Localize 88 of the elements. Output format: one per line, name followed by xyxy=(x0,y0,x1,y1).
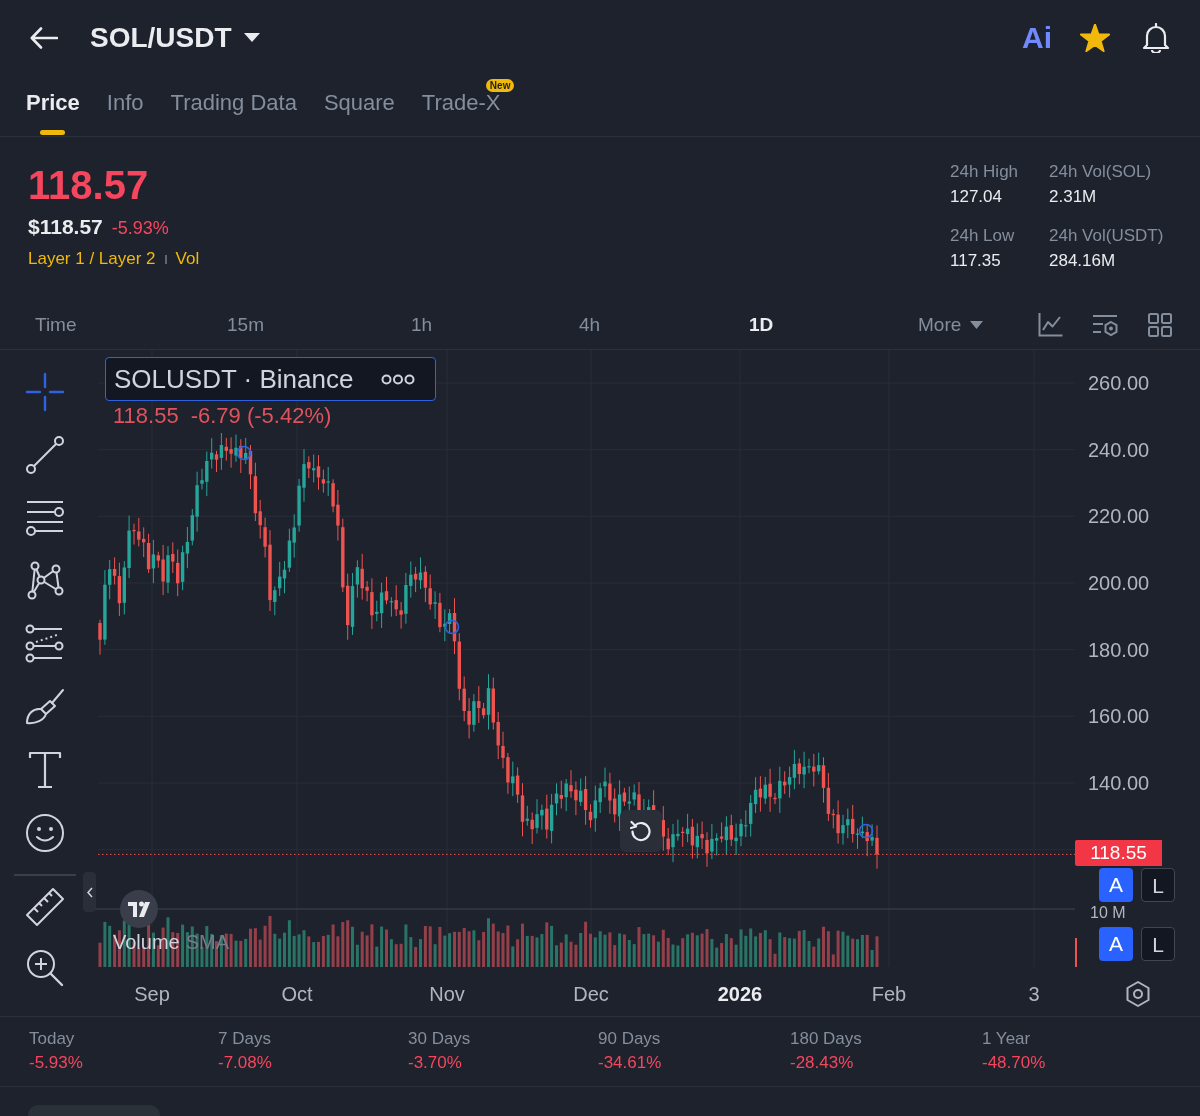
symbol-label: SOLUSDT · Binance xyxy=(114,363,354,395)
period-change: -34.61% xyxy=(598,1052,662,1074)
lines-with-dots-icon[interactable] xyxy=(25,623,65,664)
interval-option[interactable]: Time xyxy=(35,312,77,337)
period-label: Today xyxy=(29,1028,75,1050)
grid-layout-icon[interactable] xyxy=(1148,312,1173,337)
period-label: 180 Days xyxy=(790,1028,862,1050)
interval-option[interactable]: 1h xyxy=(411,312,433,337)
price-change: -5.93% xyxy=(111,217,169,240)
category-tag[interactable]: Layer 1 / Layer 2 xyxy=(28,247,156,271)
time-axis-label: 3 xyxy=(1028,983,1040,1005)
stat-value: 117.35 xyxy=(950,250,1001,272)
time-axis-label: Dec xyxy=(573,983,609,1005)
reset-view-button[interactable] xyxy=(620,810,662,852)
tab[interactable]: Trading Data xyxy=(170,75,297,136)
scale-mode-button[interactable]: A xyxy=(1099,868,1133,902)
tab[interactable]: Price xyxy=(26,75,80,136)
more-intervals-dropdown[interactable]: More xyxy=(918,312,984,337)
chevron-left-icon xyxy=(86,886,93,898)
time-axis-label: Sep xyxy=(134,983,170,1005)
category-tag[interactable]: Vol xyxy=(175,247,200,271)
period-change: -5.93% xyxy=(29,1052,83,1074)
volume-axis-label: 10 M xyxy=(1090,904,1126,922)
stat-value: 127.04 xyxy=(950,186,1002,208)
interval-option[interactable]: 4h xyxy=(579,312,601,337)
caret-down-icon xyxy=(243,33,260,42)
period-label: 30 Days xyxy=(408,1028,471,1050)
stat-value: 284.16M xyxy=(1049,250,1116,272)
last-price-tag: 118.55 xyxy=(1075,840,1162,866)
bell-icon[interactable] xyxy=(1142,22,1170,53)
crosshair-icon[interactable] xyxy=(25,371,65,412)
interval-option[interactable]: 1D xyxy=(749,312,774,337)
event-marker-icon[interactable] xyxy=(858,823,874,839)
time-axis-label: Nov xyxy=(429,983,465,1005)
price-axis-label: 180.00 xyxy=(1088,638,1150,661)
trend-line-icon[interactable] xyxy=(25,434,65,475)
period-change: -7.08% xyxy=(218,1052,272,1074)
scale-mode-button[interactable]: L xyxy=(1141,927,1175,961)
tab[interactable]: Square xyxy=(323,75,395,136)
stat-label: 24h Low xyxy=(950,225,1015,247)
period-change: -48.70% xyxy=(982,1052,1046,1074)
tab[interactable]: Info xyxy=(106,75,144,136)
pair-selector[interactable]: SOL/USDT xyxy=(90,20,260,55)
interval-option[interactable]: 15m xyxy=(227,312,264,337)
stat-label: 24h Vol(USDT) xyxy=(1049,225,1164,247)
stat-value: 2.31M xyxy=(1049,186,1097,208)
back-icon[interactable] xyxy=(30,26,58,49)
stat-label: 24h Vol(SOL) xyxy=(1049,161,1152,183)
scale-mode-button[interactable]: A xyxy=(1099,927,1133,961)
last-price: 118.57 xyxy=(28,162,150,209)
time-axis-label: Oct xyxy=(281,983,313,1005)
more-options-icon[interactable] xyxy=(381,373,415,385)
zoom-in-icon[interactable] xyxy=(25,947,65,988)
event-marker-icon[interactable] xyxy=(236,445,252,461)
indicators-icon[interactable] xyxy=(1092,312,1119,337)
ruler-icon[interactable] xyxy=(25,886,65,927)
legend-change: -6.79 (-5.42%) xyxy=(190,403,332,429)
period-label: 90 Days xyxy=(598,1028,661,1050)
new-badge: New xyxy=(485,79,515,92)
period-change: -3.70% xyxy=(408,1052,462,1074)
price-axis-label: 160.00 xyxy=(1088,705,1150,728)
price-axis-label: 200.00 xyxy=(1088,572,1150,594)
period-label: 1 Year xyxy=(982,1028,1031,1050)
smiley-icon[interactable] xyxy=(25,812,65,853)
brush-icon[interactable] xyxy=(25,686,65,727)
symbol-legend[interactable]: SOLUSDT · Binance xyxy=(105,357,436,401)
stat-label: 24h High xyxy=(950,161,1019,183)
settings-icon[interactable] xyxy=(1124,980,1152,1008)
legend-price: 118.55 xyxy=(113,403,179,429)
ai-assistant-button[interactable]: Ai xyxy=(1022,20,1052,55)
price-axis-label: 140.00 xyxy=(1088,772,1150,794)
volume-value-marker xyxy=(1075,938,1077,967)
price-axis-label: 260.00 xyxy=(1088,372,1150,394)
collapse-toolbar-button[interactable] xyxy=(83,872,96,912)
usd-price: $118.57 xyxy=(28,214,103,240)
time-axis-label: 2026 xyxy=(717,983,763,1005)
period-change: -28.43% xyxy=(790,1052,854,1074)
node-pattern-icon[interactable] xyxy=(25,560,65,601)
scale-mode-button[interactable]: L xyxy=(1141,868,1175,902)
rotate-arrow-icon xyxy=(630,820,652,842)
price-axis-label: 220.00 xyxy=(1088,505,1150,528)
star-icon[interactable] xyxy=(1080,23,1110,52)
period-label: 7 Days xyxy=(218,1028,271,1050)
event-marker-icon[interactable] xyxy=(444,619,460,635)
price-axis-label: 240.00 xyxy=(1088,438,1150,461)
line-chart-icon[interactable] xyxy=(1038,312,1064,337)
caret-down-icon xyxy=(970,320,984,329)
time-axis-label: Feb xyxy=(871,983,907,1005)
